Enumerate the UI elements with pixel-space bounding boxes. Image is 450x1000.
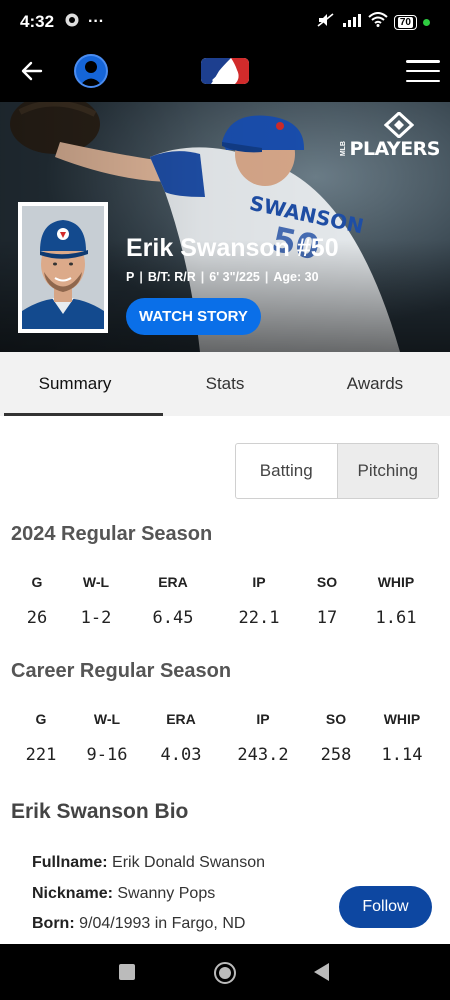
bio-value: Erik Donald Swanson xyxy=(112,854,265,871)
bio-label: Nickname: xyxy=(32,885,113,902)
player-height-weight: 6' 3"/225 xyxy=(209,270,260,284)
profile-tabs: Summary Stats Awards xyxy=(0,352,450,416)
player-age: Age: 30 xyxy=(273,270,319,284)
meta-separator: | xyxy=(264,270,269,284)
mlb-players-logo: MLB PLAYERS xyxy=(340,112,441,162)
stat-header: SO xyxy=(325,711,347,727)
stat-value: 258 xyxy=(320,745,352,765)
pitching-toggle[interactable]: Pitching xyxy=(336,444,438,498)
stat-value: 1.61 xyxy=(375,608,417,628)
bio-nickname: Nickname: Swanny Pops xyxy=(32,885,215,903)
stat-value: 243.2 xyxy=(237,745,289,765)
stat-header: G xyxy=(35,711,47,727)
status-left-icons: ··· xyxy=(64,12,104,33)
bio-born: Born: 9/04/1993 in Fargo, ND xyxy=(32,915,245,933)
bio-label: Fullname: xyxy=(32,854,108,871)
menu-line xyxy=(406,79,440,82)
stat-header: SO xyxy=(316,574,338,590)
menu-button[interactable] xyxy=(406,60,440,82)
active-dot xyxy=(423,18,430,26)
recents-button[interactable] xyxy=(119,964,135,980)
player-name: Erik Swanson #50 xyxy=(126,234,339,262)
user-icon xyxy=(79,61,103,86)
stat-header: WHIP xyxy=(383,711,421,727)
profile-button[interactable] xyxy=(74,54,108,88)
tab-summary[interactable]: Summary xyxy=(0,352,150,416)
follow-button[interactable]: Follow xyxy=(339,886,432,928)
system-nav-bar xyxy=(0,944,450,1000)
watch-story-button[interactable]: WATCH STORY xyxy=(126,298,261,335)
summary-content: Batting Pitching 2024 Regular Season G W… xyxy=(0,416,450,944)
players-logo-word: PLAYERS xyxy=(349,138,441,160)
stat-header: G xyxy=(31,574,43,590)
season-stats-title: 2024 Regular Season xyxy=(11,523,213,545)
player-headshot xyxy=(18,202,108,333)
players-diamond-icon xyxy=(384,112,414,138)
player-bats-throws: B/T: R/R xyxy=(147,270,196,284)
mute-icon xyxy=(316,12,336,33)
tab-label: Awards xyxy=(346,374,404,393)
battery-icon: 70 xyxy=(393,14,417,30)
battery-level: 70 xyxy=(397,16,413,28)
back-nav-button[interactable] xyxy=(314,963,329,981)
players-logo-small: MLB xyxy=(339,141,347,157)
more-icon: ··· xyxy=(88,13,105,30)
status-bar: 4:32 ··· 70 xyxy=(0,0,450,44)
stat-value: 1.14 xyxy=(381,745,423,765)
player-position: P xyxy=(126,270,135,284)
stat-value: 17 xyxy=(316,608,338,628)
stat-value: 22.1 xyxy=(238,608,280,628)
bio-title: Erik Swanson Bio xyxy=(11,800,189,823)
stat-value: 9-16 xyxy=(86,745,128,765)
arrow-left-icon xyxy=(21,61,43,81)
signal-icon xyxy=(342,13,362,32)
stat-value: 26 xyxy=(26,608,48,628)
stat-value: 1-2 xyxy=(80,608,112,628)
back-button[interactable] xyxy=(20,59,44,83)
bio-fullname: Fullname: Erik Donald Swanson xyxy=(32,854,265,872)
stat-value: 221 xyxy=(25,745,57,765)
menu-line xyxy=(406,69,440,73)
career-stats-title: Career Regular Season xyxy=(11,660,232,682)
status-time: 4:32 xyxy=(20,12,55,31)
player-hero: SWANSON 50 MLB PLAYERS xyxy=(0,102,450,352)
stat-value: 6.45 xyxy=(152,608,194,628)
meta-separator: | xyxy=(200,270,205,284)
tab-awards[interactable]: Awards xyxy=(300,352,450,416)
stat-header: W-L xyxy=(82,574,110,590)
player-meta: P | B/T: R/R | 6' 3"/225 | Age: 30 xyxy=(126,270,319,284)
mlb-logo[interactable] xyxy=(201,58,249,84)
app-header xyxy=(0,44,450,102)
stat-header: IP xyxy=(252,574,266,590)
bio-label: Born: xyxy=(32,915,75,932)
stat-header: WHIP xyxy=(377,574,415,590)
tab-stats[interactable]: Stats xyxy=(150,352,300,416)
batting-toggle[interactable]: Batting xyxy=(236,444,337,498)
status-right-icons: 70 xyxy=(316,12,430,33)
tab-label: Stats xyxy=(205,374,245,393)
stat-header: ERA xyxy=(158,574,188,590)
tab-label: Summary xyxy=(38,374,112,393)
menu-line xyxy=(406,60,440,63)
wifi-icon xyxy=(368,12,388,32)
notification-icon xyxy=(64,12,80,33)
stat-header: IP xyxy=(256,711,270,727)
bio-value: Swanny Pops xyxy=(117,885,216,902)
stat-type-toggle: Batting Pitching xyxy=(235,443,439,499)
meta-separator: | xyxy=(139,270,143,284)
stat-value: 4.03 xyxy=(160,745,202,765)
bio-value: 9/04/1993 in Fargo, ND xyxy=(79,915,246,932)
stat-header: ERA xyxy=(166,711,196,727)
home-button[interactable] xyxy=(214,962,236,984)
stat-header: W-L xyxy=(93,711,121,727)
